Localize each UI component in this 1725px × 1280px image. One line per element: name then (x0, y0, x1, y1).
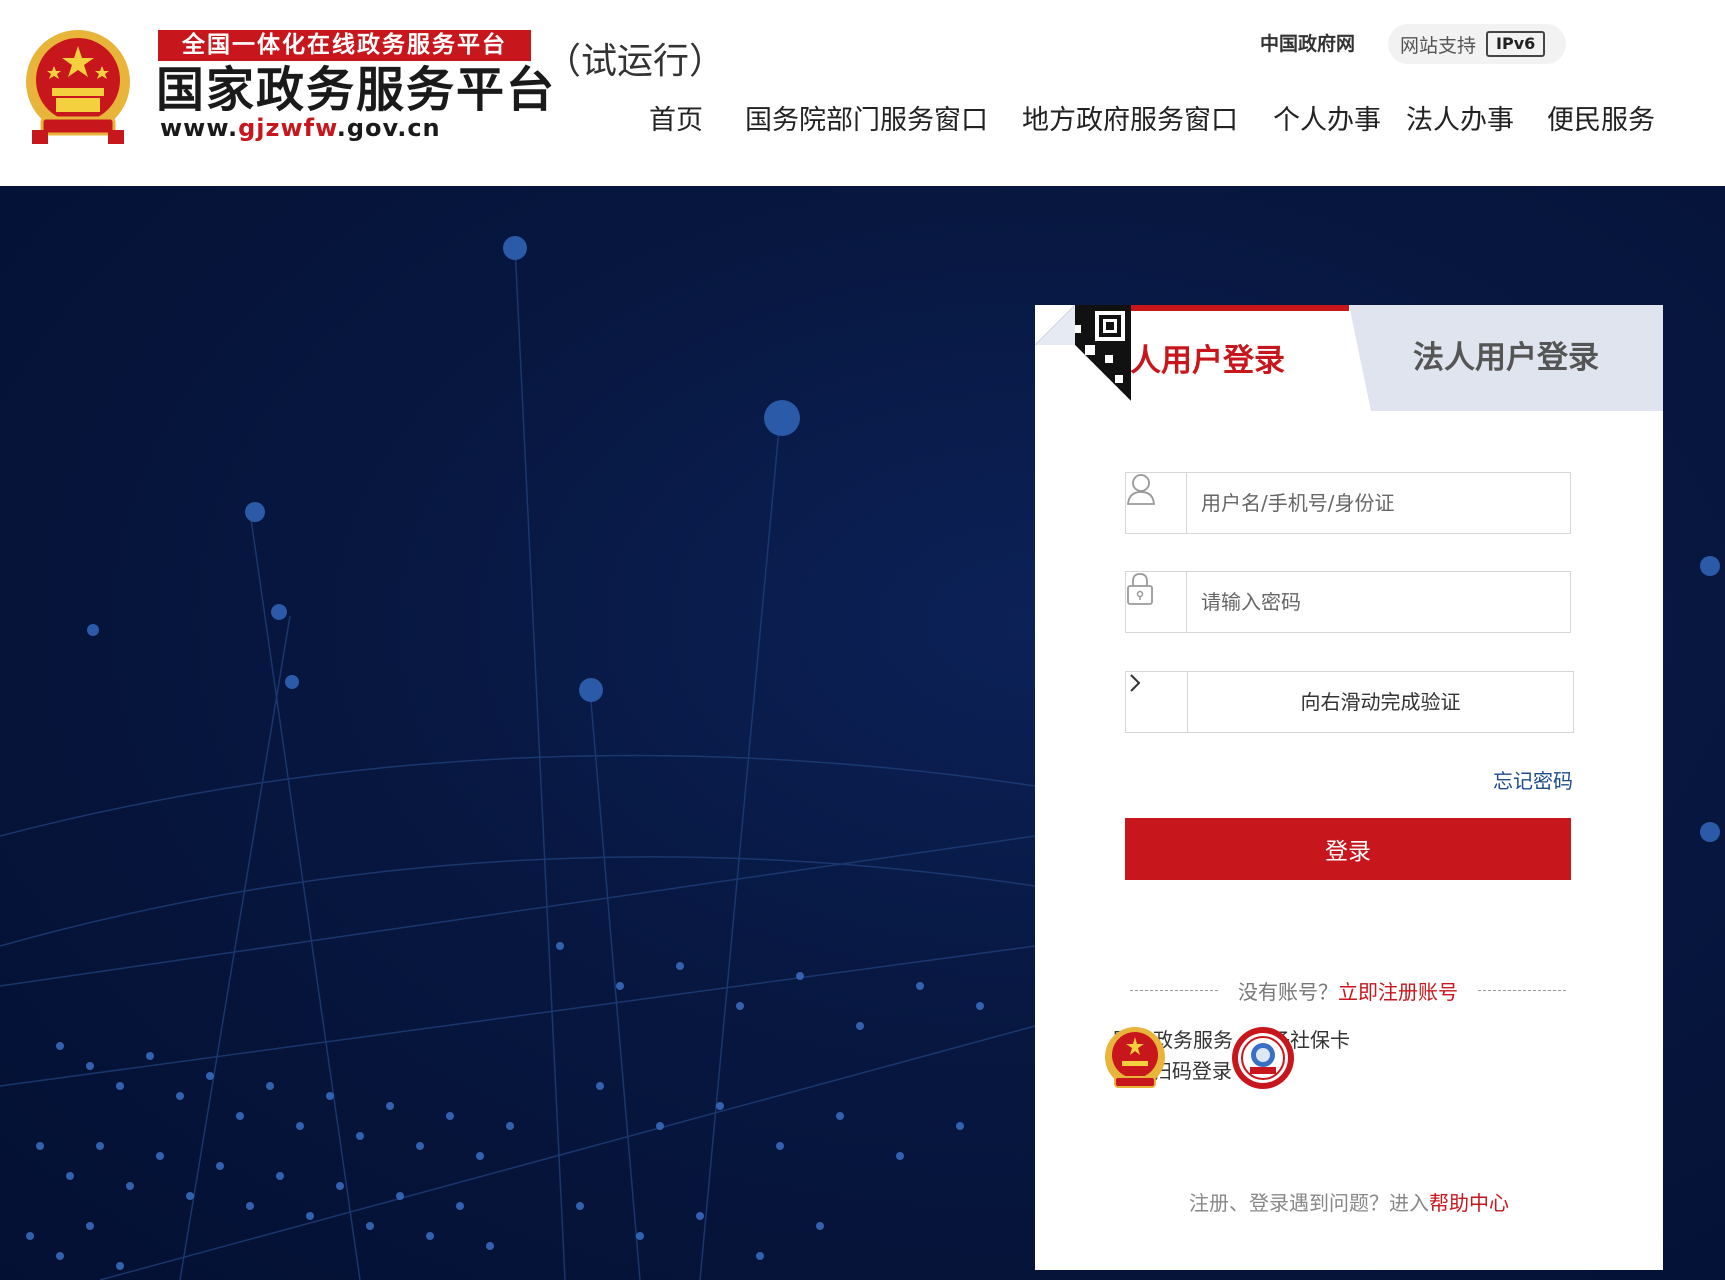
slider-handle[interactable] (1126, 672, 1188, 732)
password-field[interactable] (1125, 571, 1571, 633)
nav-state-council[interactable]: 国务院部门服务窗口 (745, 98, 988, 137)
forgot-password-link[interactable]: 忘记密码 (1493, 765, 1573, 794)
hero-background: 个人用户登录 法人用户登录 用户名/手机号/身份证 向右滑动完成验证 忘记密码 … (0, 186, 1725, 1280)
social-security-card-icon (1232, 1027, 1294, 1089)
user-icon (1126, 473, 1187, 533)
platform-banner: 全国一体化在线政务服务平台 (158, 30, 531, 61)
site-header: 全国一体化在线政务服务平台 国家政务服务平台 www.gjzwfw.gov.cn… (0, 0, 1725, 186)
login-panel: 个人用户登录 法人用户登录 用户名/手机号/身份证 向右滑动完成验证 忘记密码 … (1035, 305, 1663, 1270)
corner-fold (1035, 305, 1075, 345)
national-emblem-small-icon (1105, 1027, 1165, 1088)
register-prompt: 没有账号？立即注册账号 (1238, 976, 1458, 1005)
no-account-text: 没有账号？ (1238, 979, 1338, 1004)
url-suffix: .gov.cn (336, 114, 441, 142)
nav-convenience[interactable]: 便民服务 (1547, 98, 1655, 137)
divider-right (1478, 989, 1566, 991)
ipv6-tag: IPv6 (1486, 31, 1546, 57)
url-prefix: www. (160, 114, 239, 142)
register-row: 没有账号？立即注册账号 (1103, 975, 1593, 1005)
ipv6-label: 网站支持 (1400, 34, 1477, 57)
lock-icon (1126, 572, 1187, 632)
nav-legal-affairs[interactable]: 法人办事 (1406, 98, 1514, 137)
help-text: 注册、登录遇到问题？进入帮助中心 (1035, 1187, 1663, 1216)
nav-local-gov[interactable]: 地方政府服务窗口 (1022, 98, 1238, 137)
national-emblem-icon[interactable] (22, 26, 134, 144)
url-highlight: gjzwfw (238, 114, 337, 142)
social-card-login[interactable]: 电子社保卡 (1230, 1025, 1370, 1089)
username-field[interactable] (1125, 472, 1571, 534)
password-input[interactable] (1187, 572, 1570, 632)
ipv6-support-badge: 网站支持 IPv6 (1388, 24, 1566, 64)
register-link[interactable]: 立即注册账号 (1338, 980, 1458, 1004)
nav-home[interactable]: 首页 (649, 98, 703, 137)
slider-text: 向右滑动完成验证 (1300, 690, 1461, 714)
tab-legal-login-label: 法人用户登录 (1413, 340, 1599, 376)
divider-left (1130, 989, 1218, 991)
site-url: www.gjzwfw.gov.cn (160, 114, 441, 142)
gov-site-link[interactable]: 中国政府网 (1260, 30, 1355, 58)
login-button[interactable]: 登录 (1125, 818, 1571, 880)
help-prefix: 注册、登录遇到问题？进入 (1189, 1191, 1429, 1215)
slide-verification[interactable]: 向右滑动完成验证 (1125, 671, 1574, 733)
chevron-right-icon (1130, 674, 1141, 692)
help-center-link[interactable]: 帮助中心 (1429, 1191, 1509, 1215)
username-input[interactable] (1187, 473, 1570, 533)
trial-label: （试运行） (545, 41, 726, 82)
tab-legal-login[interactable]: 法人用户登录 (1349, 305, 1663, 411)
app-scan-login[interactable]: 国家政务服务 APP扫码登录 (1103, 1025, 1243, 1088)
nav-personal-affairs[interactable]: 个人办事 (1273, 98, 1381, 137)
site-title[interactable]: 国家政务服务平台 (156, 62, 556, 118)
